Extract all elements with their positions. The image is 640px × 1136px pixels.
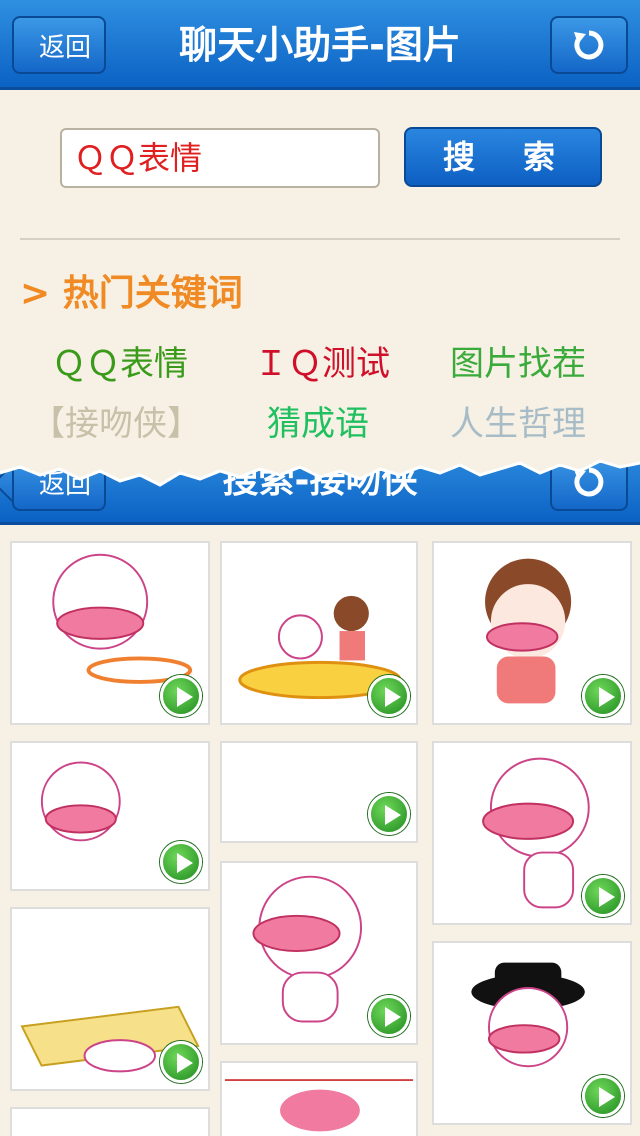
- gallery-item[interactable]: [220, 861, 418, 1045]
- play-icon[interactable]: [582, 675, 624, 717]
- play-icon[interactable]: [582, 1075, 624, 1117]
- emoji-image: [224, 1079, 414, 1132]
- keyword-guess-idiom[interactable]: 猜成语: [218, 396, 418, 445]
- keyword-kiss-hero[interactable]: 【接吻侠】: [16, 396, 216, 445]
- gallery-item[interactable]: [432, 741, 632, 925]
- gallery-item[interactable]: [432, 541, 632, 725]
- refresh-button[interactable]: [550, 16, 628, 74]
- gallery-item[interactable]: [432, 941, 632, 1125]
- gallery-item[interactable]: [220, 541, 418, 725]
- keyword-iq-test[interactable]: ＩＱ测试: [222, 336, 422, 385]
- play-icon[interactable]: [582, 875, 624, 917]
- image-gallery: [0, 525, 640, 1136]
- search-button[interactable]: 搜 索: [404, 127, 602, 187]
- gallery-item[interactable]: [220, 1061, 418, 1136]
- keyword-spot-difference[interactable]: 图片找茬: [418, 336, 618, 385]
- gallery-item[interactable]: [10, 541, 210, 725]
- keyword-qq-emoji[interactable]: ＱＱ表情: [20, 336, 220, 385]
- keyword-life-philosophy[interactable]: 人生哲理: [418, 396, 618, 445]
- play-icon[interactable]: [160, 1041, 202, 1083]
- gallery-item[interactable]: [220, 741, 418, 843]
- hot-keywords-title: > 热门关键词: [20, 273, 243, 314]
- torn-edge: [0, 445, 640, 487]
- play-icon[interactable]: [160, 675, 202, 717]
- gallery-item[interactable]: [10, 741, 210, 891]
- search-panel: ＱＱ表情 搜 索 > 热门关键词 ＱＱ表情 ＩＱ测试 图片找茬 【接吻侠】 猜成…: [0, 90, 640, 500]
- page-title: 聊天小助手-图片: [179, 23, 461, 67]
- top-navbar: 返回 聊天小助手-图片: [0, 0, 640, 90]
- gallery-item[interactable]: [10, 907, 210, 1091]
- divider: [20, 238, 620, 240]
- play-icon[interactable]: [368, 995, 410, 1037]
- play-icon[interactable]: [368, 675, 410, 717]
- play-icon[interactable]: [160, 841, 202, 883]
- gallery-item[interactable]: [10, 1107, 210, 1136]
- search-input[interactable]: ＱＱ表情: [60, 128, 380, 188]
- play-icon[interactable]: [368, 793, 410, 835]
- refresh-icon: [574, 30, 604, 60]
